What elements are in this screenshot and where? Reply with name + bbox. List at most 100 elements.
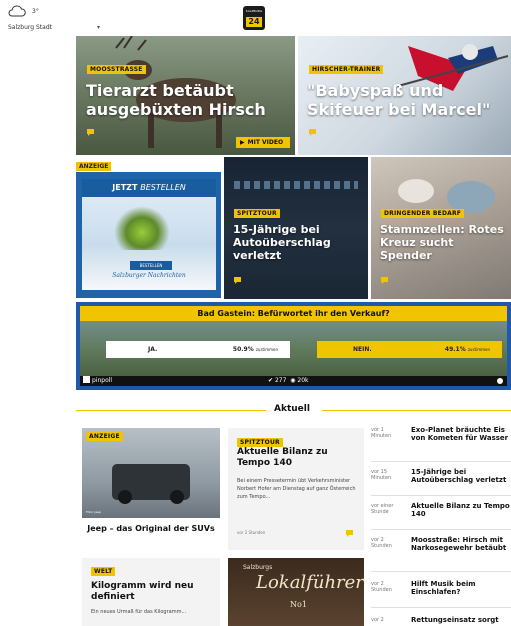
image-credit: Foto: Jeep — [86, 510, 101, 514]
poll-views: 20k — [297, 377, 309, 384]
ad-order-button[interactable]: BESTELLEN — [130, 261, 172, 270]
lights-image — [234, 181, 358, 189]
divider — [76, 410, 266, 411]
list-item[interactable]: vor einer Stunde Aktuelle Bilanz zu Temp… — [371, 500, 511, 530]
poll-option-pct: 50.9% zustimmen — [233, 341, 278, 358]
list-item-time: vor einer Stunde — [371, 503, 394, 515]
article-stammzellen[interactable]: DRINGENDER BEDARF Stammzellen: Rotes Kre… — [371, 157, 511, 299]
pinpoll-logo-icon — [83, 376, 90, 383]
poll-widget: Bad Gastein: Befürwortet ihr den Verkauf… — [76, 302, 511, 390]
promo-line-1: Salzburgs — [243, 564, 273, 571]
list-item-time: vor 2 Stunden — [371, 581, 392, 593]
poll-option-yes[interactable]: JA. 50.9% zustimmen — [106, 341, 290, 358]
ad-skier-image — [114, 206, 170, 250]
location-label: Salzburg Stadt — [8, 24, 52, 31]
play-icon: ▶ — [240, 139, 245, 146]
list-item[interactable]: vor 2 Rettungseinsatz sorgt — [371, 614, 511, 626]
list-item-time: vor 2 Stunden — [371, 537, 392, 549]
section-header: Aktuell — [76, 402, 511, 418]
card-tag: ANZEIGE — [86, 432, 123, 441]
poll-pct-value: 49.1% — [444, 346, 466, 353]
comment-icon — [346, 530, 353, 537]
list-item[interactable]: vor 2 Stunden Hilft Musik beim Einschlaf… — [371, 578, 511, 608]
poll-pct-note: zustimmen — [467, 347, 490, 352]
comment-icon — [87, 129, 94, 136]
poll-stats: ✔ 277 ◉ 20k — [268, 376, 309, 386]
list-item[interactable]: vor 15 Minuten 15-Jährige bei Autoübersc… — [371, 466, 511, 496]
poll-option-label: NEIN. — [353, 346, 372, 353]
wheel-shape — [118, 490, 132, 504]
article-tag: MOOSSTRASSE — [87, 65, 146, 74]
wheel-shape — [170, 490, 184, 504]
article-headline[interactable]: Stammzellen: Rotes Kreuz sucht Spender — [380, 223, 508, 262]
promo-line-2: Lokalführer — [256, 572, 364, 593]
card-jeep-ad[interactable]: Foto: Jeep ANZEIGE Jeep – das Original d… — [82, 428, 220, 550]
list-item-headline[interactable]: Hilft Musik beim Einschlafen? — [411, 580, 511, 596]
article-tag: SPITZTOUR — [234, 209, 280, 218]
card-body: Bei einem Pressetermin übt Verkehrsminis… — [237, 478, 356, 500]
poll-option-label: JA. — [148, 346, 158, 353]
card-bilanz[interactable]: SPITZTOUR Aktuelle Bilanz zu Tempo 140 B… — [228, 428, 364, 550]
article-tag: HIRSCHER-TRAINER — [309, 65, 384, 74]
poll-option-pct: 49.1% zustimmen — [445, 341, 490, 358]
video-label: MIT VIDEO — [247, 139, 284, 146]
ad-cta-part-2: BESTELLEN — [140, 183, 186, 192]
card-lokalfuehrer[interactable]: Salzburgs Lokalführer No1 — [228, 558, 364, 626]
card-kilogramm[interactable]: WELT Kilogramm wird neu definiert Ein ne… — [82, 558, 220, 626]
chevron-down-icon[interactable]: ▾ — [97, 24, 100, 31]
page: 3° Salzburg Stadt ▾ SALZBURG 24 MOOSSTRA… — [0, 0, 511, 626]
card-title[interactable]: Kilogramm wird neu definiert — [91, 581, 215, 603]
article-unfall[interactable]: SPITZTOUR 15-Jährige bei Autoüberschlag … — [224, 157, 368, 299]
ad-cta-part-1: JETZT — [112, 183, 138, 192]
promo-line-3: No1 — [290, 600, 307, 609]
ad-brand: Salzburger Nachrichten — [112, 272, 186, 279]
temperature: 3° — [32, 8, 39, 15]
hero-article-hirsch[interactable]: MOOSSTRASSE Tierarzt betäubt ausgebüxten… — [76, 36, 295, 155]
card-title[interactable]: Aktuelle Bilanz zu Tempo 140 — [237, 447, 361, 469]
pinpoll-brand[interactable]: pinpoll — [83, 376, 112, 386]
poll-question: Bad Gastein: Befürwortet ihr den Verkauf… — [80, 306, 507, 321]
list-item-headline[interactable]: Moosstraße: Hirsch mit Narkosegewehr bet… — [411, 536, 511, 552]
logo-number: 24 — [246, 17, 262, 27]
list-item[interactable]: vor 1 Minuten Exo-Planet bräuchte Eis vo… — [371, 424, 511, 462]
jeep-image: Foto: Jeep — [82, 428, 220, 518]
list-item-headline[interactable]: Exo-Planet bräuchte Eis von Kometen für … — [411, 426, 511, 442]
ad-banner[interactable]: JETZT BESTELLEN BESTELLEN Salzburger Nac… — [76, 172, 221, 298]
list-item-headline[interactable]: 15-Jährige bei Autoüberschlag verletzt — [411, 468, 511, 484]
ad-label: ANZEIGE — [76, 162, 112, 171]
poll-votes: 277 — [274, 377, 287, 384]
list-item-time: vor 1 Minuten — [371, 427, 392, 439]
poll-pct-value: 50.9% — [232, 346, 254, 353]
weather-widget[interactable]: 3° Salzburg Stadt — [8, 5, 68, 31]
comment-icon — [234, 277, 241, 284]
article-headline[interactable]: "Babyspaß und Skifeuer bei Marcel" — [307, 81, 510, 119]
site-logo[interactable]: SALZBURG 24 — [243, 6, 265, 30]
article-tag: DRINGENDER BEDARF — [381, 209, 465, 218]
article-headline[interactable]: 15-Jährige bei Autoüberschlag verletzt — [233, 223, 365, 262]
eye-icon: ◉ — [290, 377, 296, 384]
hero-article-marcel[interactable]: HIRSCHER-TRAINER "Babyspaß und Skifeuer … — [298, 36, 511, 155]
comment-icon — [381, 277, 388, 284]
card-date: vor 2 Stunden — [237, 530, 266, 535]
logo-text: SALZBURG — [245, 9, 263, 13]
check-icon: ✔ — [268, 377, 274, 384]
list-item[interactable]: vor 2 Stunden Moosstraße: Hirsch mit Nar… — [371, 534, 511, 572]
pinpoll-name: pinpoll — [92, 377, 113, 384]
list-item-time: vor 2 — [371, 617, 384, 623]
poll-pct-note: zustimmen — [255, 347, 278, 352]
list-item-headline[interactable]: Rettungseinsatz sorgt — [411, 616, 511, 624]
poll-option-no[interactable]: NEIN. 49.1% zustimmen — [317, 341, 502, 358]
card-title[interactable]: Jeep – das Original der SUVs — [82, 523, 220, 534]
video-badge[interactable]: ▶ MIT VIDEO — [236, 137, 291, 148]
card-tag: SPITZTOUR — [237, 438, 283, 447]
card-body: Ein neues Urmaß für das Kilogramm... — [91, 609, 187, 615]
poll-footer: pinpoll ✔ 277 ◉ 20k — [80, 376, 507, 386]
list-item-headline[interactable]: Aktuelle Bilanz zu Tempo 140 — [411, 502, 511, 518]
cloud-icon — [8, 5, 26, 17]
list-item-time: vor 15 Minuten — [371, 469, 392, 481]
poll-inner: Bad Gastein: Befürwortet ihr den Verkauf… — [80, 306, 507, 386]
ad-cta[interactable]: JETZT BESTELLEN — [82, 179, 216, 197]
article-headline[interactable]: Tierarzt betäubt ausgebüxten Hirsch — [86, 81, 291, 119]
section-title: Aktuell — [274, 404, 310, 414]
card-tag: WELT — [91, 567, 116, 576]
